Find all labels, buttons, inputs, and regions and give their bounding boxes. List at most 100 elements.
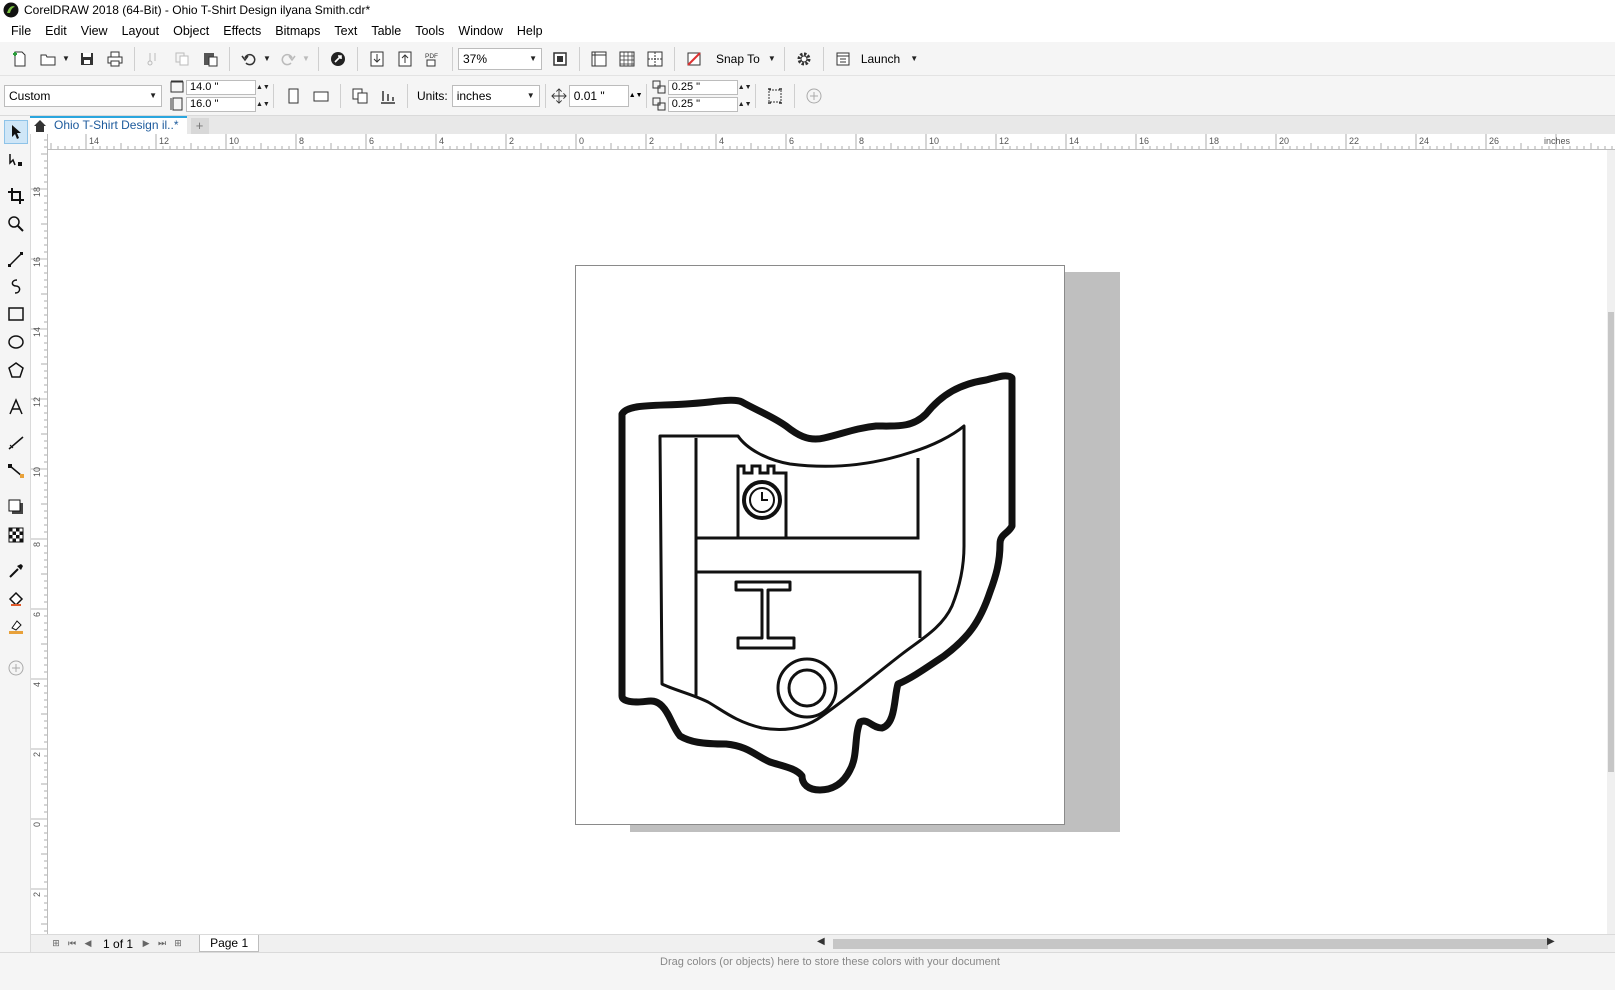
add-page-before-button[interactable]: ⊞ [49,937,63,951]
launch-button[interactable] [831,47,855,71]
scroll-left-arrow[interactable]: ◀ [817,936,825,947]
open-button[interactable] [36,47,60,71]
previous-page-button[interactable]: ◀ [81,937,95,951]
menu-bitmaps[interactable]: Bitmaps [268,20,327,42]
copy-button[interactable] [170,47,194,71]
show-rulers-button[interactable] [587,47,611,71]
add-property-button[interactable] [802,84,826,108]
zoom-level-combo[interactable]: 37% ▼ [458,47,542,70]
save-button[interactable] [75,47,99,71]
transparency-tool[interactable] [4,523,28,547]
menu-effects[interactable]: Effects [216,20,268,42]
snap-off-button[interactable] [682,47,706,71]
ellipse-tool[interactable] [4,330,28,354]
first-page-button[interactable]: ⏮ [65,937,79,951]
pick-tool[interactable] [4,120,28,144]
current-page-button[interactable] [376,84,400,108]
add-page-after-button[interactable]: ⊞ [171,937,185,951]
freehand-tool[interactable] [4,247,28,271]
drawing-canvas[interactable] [48,150,1607,934]
page-height-field[interactable]: 16.0 " [186,96,256,112]
connector-tool[interactable] [4,459,28,483]
open-dropdown-arrow[interactable]: ▼ [62,47,70,71]
vertical-scrollbar-thumb[interactable] [1608,312,1614,772]
duplicate-x-spinner[interactable]: ▲▼ [738,84,752,91]
undo-button[interactable] [237,47,261,71]
horizontal-scrollbar-thumb[interactable] [833,939,1548,949]
menu-layout[interactable]: Layout [115,20,167,42]
vertical-scrollbar[interactable] [1607,150,1615,934]
dimension-tool[interactable] [4,431,28,455]
nudge-distance-field[interactable]: 0.01 " [568,84,629,107]
shape-tool[interactable] [4,148,28,172]
clock-hands[interactable] [761,492,768,501]
snap-to-label[interactable]: Snap To [716,52,760,66]
page-width-field[interactable]: 14.0 " [186,79,256,95]
next-page-button[interactable]: ▶ [139,937,153,951]
launch-dropdown-arrow[interactable]: ▼ [910,47,918,71]
search-content-button[interactable] [326,47,350,71]
show-grid-button[interactable] [615,47,639,71]
landscape-button[interactable] [309,84,333,108]
duplicate-x-field[interactable]: 0.25 " [667,79,738,95]
menu-text[interactable]: Text [327,20,364,42]
show-guidelines-button[interactable] [643,47,667,71]
portrait-button[interactable] [281,84,305,108]
undo-dropdown-arrow[interactable]: ▼ [263,47,271,71]
menu-view[interactable]: View [74,20,115,42]
interactive-fill-tool[interactable] [4,587,28,611]
ohio-outer-outline[interactable] [618,372,1016,794]
smart-fill-tool[interactable] [4,615,28,639]
letter-o-inner[interactable] [787,668,827,708]
vertical-ruler[interactable]: 18 16 14 12 10 8 6 4 2 0 2 [31,134,48,934]
export-button[interactable] [393,47,417,71]
page-height-spinner[interactable]: ▲▼ [256,101,270,108]
options-button[interactable] [792,47,816,71]
text-tool[interactable] [4,395,28,419]
duplicate-y-spinner[interactable]: ▲▼ [738,101,752,108]
menu-object[interactable]: Object [166,20,216,42]
page-tab[interactable]: Page 1 [199,935,260,952]
snap-to-dropdown-arrow[interactable]: ▼ [768,47,776,71]
new-document-button[interactable] [8,47,32,71]
treat-as-filled-button[interactable] [763,84,787,108]
scroll-right-arrow[interactable]: ▶ [1547,936,1555,947]
duplicate-y-field[interactable]: 0.25 " [667,96,738,112]
ohio-shape-artwork[interactable] [576,266,1066,826]
horizontal-ruler[interactable]: 14 12 10 8 6 4 2 0 2 4 6 8 10 12 14 16 18 20 22 24 26 inches [48,134,1615,150]
horizontal-scrollbar[interactable]: ◀ ▶ [811,934,1615,952]
polygon-tool[interactable] [4,358,28,382]
zoom-tool[interactable] [4,212,28,236]
upper-panel[interactable] [696,458,920,540]
redo-dropdown-arrow[interactable]: ▼ [302,47,310,71]
menu-edit[interactable]: Edit [38,20,74,42]
redo-button[interactable] [276,47,300,71]
menu-window[interactable]: Window [451,20,509,42]
letter-i-outline[interactable] [734,580,796,650]
launch-label[interactable]: Launch [861,52,900,66]
artistic-media-tool[interactable] [4,274,28,298]
menu-help[interactable]: Help [510,20,550,42]
new-tab-button[interactable]: + [190,118,209,134]
publish-pdf-button[interactable]: PDF [421,47,445,71]
full-screen-preview-button[interactable] [548,47,572,71]
rectangle-tool[interactable] [4,302,28,326]
menu-file[interactable]: File [4,20,38,42]
units-combo[interactable]: inches ▼ [451,84,540,107]
page-width-spinner[interactable]: ▲▼ [256,84,270,91]
last-page-button[interactable]: ⏭ [155,937,169,951]
cut-button[interactable] [142,47,166,71]
color-eyedropper-tool[interactable] [4,559,28,583]
print-button[interactable] [103,47,127,71]
page-size-preset-combo[interactable]: Custom ▼ [4,84,162,107]
menu-table[interactable]: Table [364,20,408,42]
import-button[interactable] [365,47,389,71]
letter-o-outer[interactable] [776,657,838,719]
lower-panel[interactable] [696,570,922,638]
document-page[interactable] [575,265,1065,825]
crop-tool[interactable] [4,184,28,208]
all-pages-button[interactable] [348,84,372,108]
drop-shadow-tool[interactable] [4,495,28,519]
nudge-distance-spinner[interactable]: ▲▼ [629,92,643,99]
paste-button[interactable] [198,47,222,71]
